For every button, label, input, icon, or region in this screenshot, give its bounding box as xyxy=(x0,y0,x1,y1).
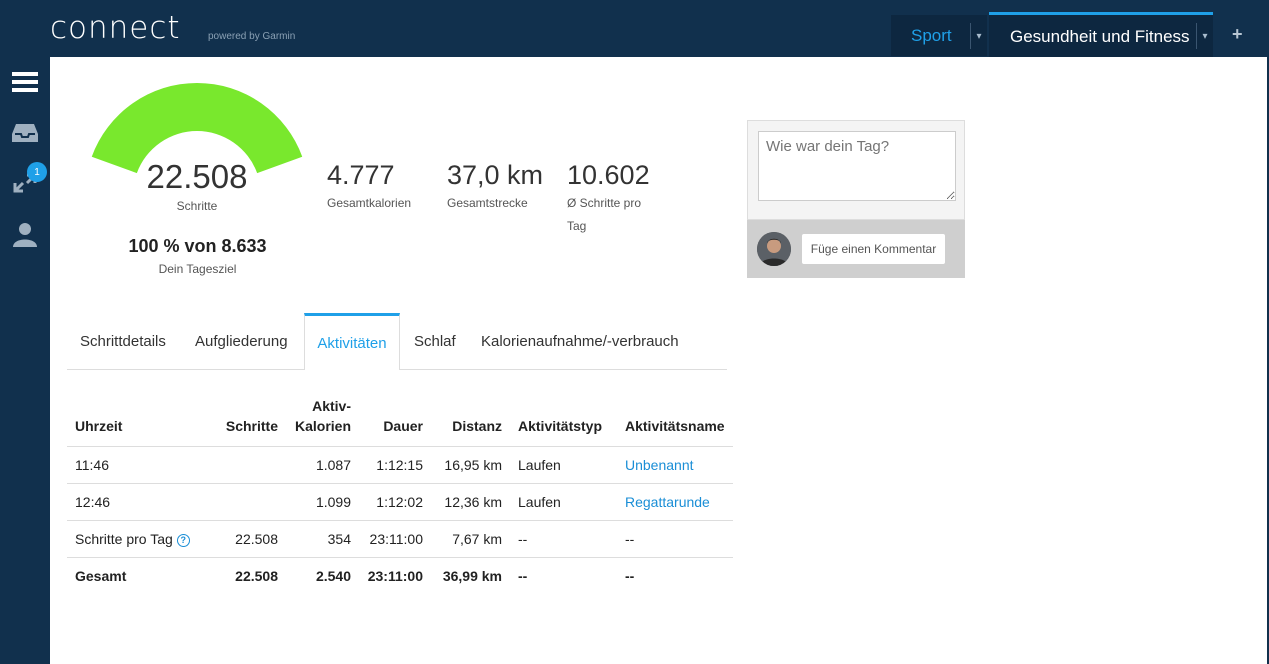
stat-distance-label: Gesamtstrecke xyxy=(447,196,528,210)
cell-type: -- xyxy=(518,568,528,584)
cell-type: Laufen xyxy=(510,446,617,484)
tab-sport-label: Sport xyxy=(911,25,952,45)
main-content: 22.508 Schritte 100 % von 8.633 Dein Tag… xyxy=(50,57,1269,664)
cell-type: Laufen xyxy=(510,483,617,521)
stat-distance-value: 37,0 km xyxy=(447,160,544,190)
menu-icon[interactable] xyxy=(12,69,38,95)
tab-breakdown[interactable]: Aufgliederung xyxy=(195,313,288,369)
goal-percent: 100 % von 8.633 xyxy=(128,236,267,256)
cell-calories: 1.087 xyxy=(286,446,359,484)
header-time: Uhrzeit xyxy=(67,396,212,447)
cell-steps xyxy=(212,446,286,484)
activities-table: Uhrzeit Schritte Aktiv- Kalorien Dauer D… xyxy=(67,396,733,594)
stat-avg-steps-value: 10.602 xyxy=(567,160,650,190)
activity-link[interactable]: Regattarunde xyxy=(625,494,710,510)
add-tab-button[interactable]: + xyxy=(1232,24,1243,45)
table-total-row: Gesamt 22.508 2.540 23:11:00 36,99 km --… xyxy=(67,558,733,595)
tab-health-label: Gesundheit und Fitness xyxy=(1010,27,1190,46)
cell-calories: 1.099 xyxy=(286,483,359,521)
day-comment-input[interactable] xyxy=(758,131,956,201)
detail-tabs: Schrittdetails Aufgliederung Aktivitäten… xyxy=(67,313,727,370)
cell-distance: 36,99 km xyxy=(442,568,502,584)
cell-distance: 12,36 km xyxy=(431,483,510,521)
stat-distance: 37,0 km Gesamtstrecke xyxy=(447,160,557,215)
stat-calories-value: 4.777 xyxy=(327,160,395,190)
steps-value: 22.508 xyxy=(146,158,248,195)
notification-badge: 1 xyxy=(27,162,47,182)
cell-calories: 2.540 xyxy=(315,568,351,584)
cell-time: 12:46 xyxy=(67,483,212,521)
header-distance: Distanz xyxy=(431,396,510,447)
avatar xyxy=(757,232,791,266)
cell-distance: 7,67 km xyxy=(431,520,510,558)
header-steps: Schritte xyxy=(212,396,286,447)
cell-name: -- xyxy=(625,568,635,584)
stat-calories-label: Gesamtkalorien xyxy=(327,196,412,210)
cell-steps: 22.508 xyxy=(212,520,286,558)
tab-health-fitness[interactable]: Gesundheit und Fitness ▾ xyxy=(989,12,1213,59)
sidebar xyxy=(0,57,50,664)
cell-calories: 354 xyxy=(286,520,359,558)
cell-name: Regattarunde xyxy=(617,483,733,521)
steps-per-day-label: Schritte pro Tag xyxy=(75,531,173,547)
comment-panel: Füge einen Kommentar xyxy=(747,120,965,340)
goal-label: Dein Tagesziel xyxy=(158,262,237,276)
header-activity-name: Aktivitätsname xyxy=(617,396,733,447)
add-comment-button[interactable]: Füge einen Kommentar xyxy=(802,234,945,264)
cell-name: -- xyxy=(617,520,733,558)
stat-calories: 4.777 Gesamtkalorien xyxy=(327,160,437,215)
table-row: 12:46 1.099 1:12:02 12,36 km Laufen Rega… xyxy=(67,483,733,521)
inbox-icon[interactable] xyxy=(12,120,38,146)
activity-link[interactable]: Unbenannt xyxy=(625,457,694,473)
user-icon[interactable] xyxy=(12,221,38,247)
cell-steps: 22.508 xyxy=(235,568,278,584)
tab-calories[interactable]: Kalorienaufnahme/-verbrauch xyxy=(481,313,679,369)
tab-sport[interactable]: Sport ▾ xyxy=(891,15,987,56)
comment-top xyxy=(747,120,965,220)
help-icon[interactable]: ? xyxy=(176,533,190,547)
powered-by-label: powered by Garmin xyxy=(208,31,296,42)
stat-avg-steps-label: Ø Schritte pro Tag xyxy=(567,196,642,233)
chevron-down-icon[interactable]: ▾ xyxy=(970,23,987,49)
cell-duration: 1:12:02 xyxy=(359,483,431,521)
cell-duration: 1:12:15 xyxy=(359,446,431,484)
table-row: 11:46 1.087 1:12:15 16,95 km Laufen Unbe… xyxy=(67,446,733,484)
tab-activities[interactable]: Aktivitäten xyxy=(304,313,400,370)
cell-name: Unbenannt xyxy=(617,446,733,484)
cell-time: 11:46 xyxy=(67,446,212,484)
table-header-row: Uhrzeit Schritte Aktiv- Kalorien Dauer D… xyxy=(67,396,733,447)
cell-distance: 16,95 km xyxy=(431,446,510,484)
top-bar: connect powered by Garmin Sport ▾ Gesund… xyxy=(0,0,1269,59)
header-duration: Dauer xyxy=(359,396,431,447)
cell-type: -- xyxy=(510,520,617,558)
connect-logo[interactable]: connect xyxy=(50,10,181,46)
steps-label: Schritte xyxy=(176,199,218,213)
stat-avg-steps: 10.602 Ø Schritte pro Tag xyxy=(567,160,655,238)
tab-step-details[interactable]: Schrittdetails xyxy=(80,313,166,369)
cell-duration: 23:11:00 xyxy=(359,520,431,558)
chevron-down-icon[interactable]: ▾ xyxy=(1196,23,1213,49)
comment-bottom: Füge einen Kommentar xyxy=(747,220,965,278)
tab-sleep[interactable]: Schlaf xyxy=(414,313,456,369)
table-row: Schritte pro Tag? 22.508 354 23:11:00 7,… xyxy=(67,520,733,558)
header-activity-type: Aktivitätstyp xyxy=(510,396,617,447)
header-active-calories: Aktiv- Kalorien xyxy=(286,396,359,447)
cell-duration: 23:11:00 xyxy=(367,568,423,584)
cell-time: Gesamt xyxy=(75,568,127,584)
cell-steps xyxy=(212,483,286,521)
cell-time: Schritte pro Tag? xyxy=(67,520,212,558)
